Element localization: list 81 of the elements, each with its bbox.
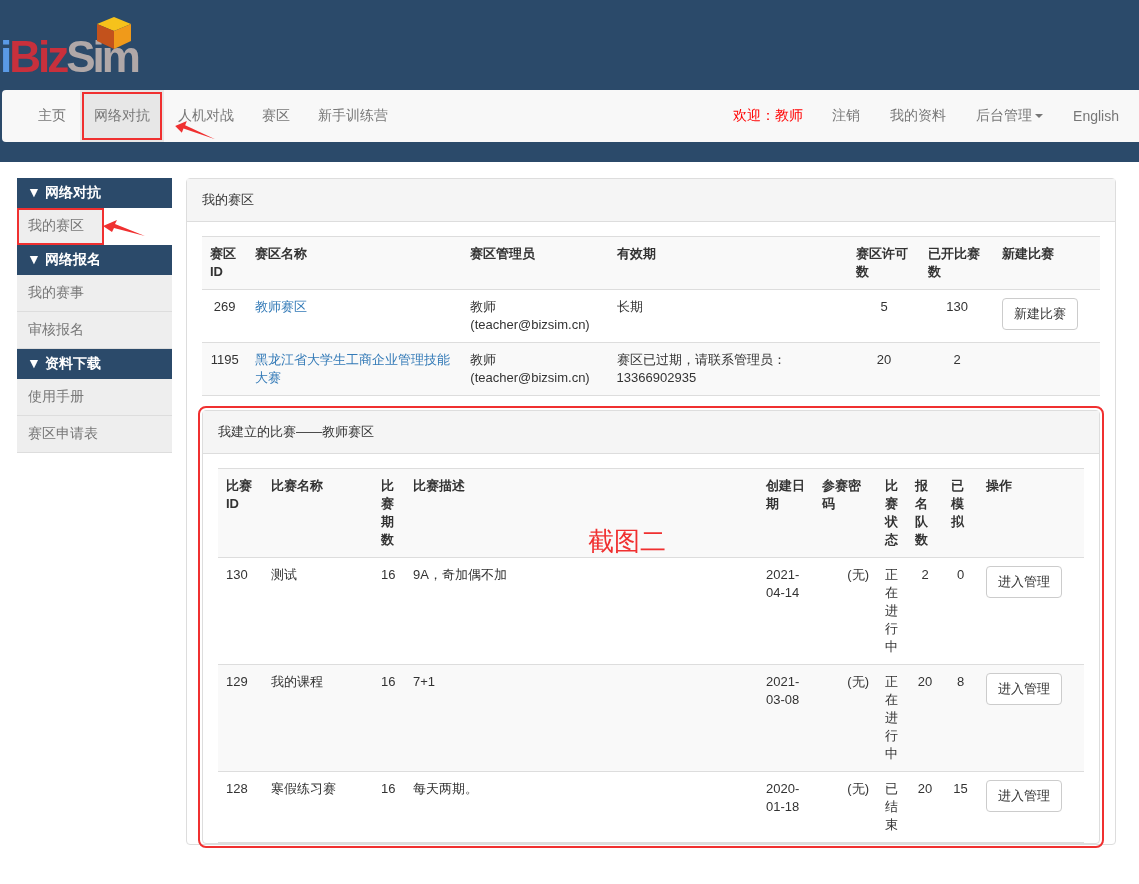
nav-link[interactable]: 我的资料 [875, 90, 962, 142]
table-cell: 0 [943, 557, 978, 665]
table-cell: (无) [814, 557, 877, 665]
sidebar-item[interactable]: 使用手册 [17, 379, 172, 416]
column-header: 比赛ID [218, 468, 263, 558]
table-cell: 20 [847, 342, 921, 396]
table-cell: 16 [373, 771, 405, 843]
column-header: 比赛名称 [263, 468, 373, 558]
table-cell: 7+1 [405, 664, 758, 772]
new-game-button[interactable]: 新建比赛 [1002, 298, 1078, 330]
sidebar-item[interactable]: 我的赛事 [17, 275, 172, 312]
table-cell: 128 [218, 771, 263, 843]
table-cell: (无) [814, 664, 877, 772]
column-header: 赛区管理员 [462, 236, 609, 290]
table-cell: 16 [373, 557, 405, 665]
column-header: 参赛密码 [814, 468, 877, 558]
table-cell: 130 [218, 557, 263, 665]
manage-button[interactable]: 进入管理 [986, 673, 1062, 705]
manage-button[interactable]: 进入管理 [986, 780, 1062, 812]
table-cell: 2021-04-14 [758, 557, 814, 665]
table-cell: 8 [943, 664, 978, 772]
panel-title: 我的赛区 [187, 179, 1115, 222]
table-cell: 已结束 [877, 771, 907, 843]
annotation-label: 截图二 [588, 525, 666, 558]
table-cell: 20 [907, 664, 943, 772]
nav-link[interactable]: 网络对抗 [80, 90, 164, 142]
table-cell: 每天两期。 [405, 771, 758, 843]
column-header: 已模拟 [943, 468, 978, 558]
column-header: 比赛状态 [877, 468, 907, 558]
sidebar-item[interactable]: 审核报名 [17, 312, 172, 349]
column-header: 赛区许可数 [847, 236, 921, 290]
sidebar-section-header[interactable]: ▼ 网络对抗 [17, 178, 172, 208]
nav-link[interactable]: 后台管理 [961, 90, 1059, 142]
logo[interactable]: iBizSim [0, 16, 160, 82]
table-cell: 测试 [263, 557, 373, 665]
table-cell: 16 [373, 664, 405, 772]
table-cell: 长期 [608, 289, 848, 343]
column-header: 操作 [978, 468, 1084, 558]
zone-link[interactable]: 教师赛区 [255, 298, 455, 316]
manage-button[interactable]: 进入管理 [986, 566, 1062, 598]
table-cell: 5 [847, 289, 921, 343]
table-cell: 2021-03-08 [758, 664, 814, 772]
nav-link[interactable]: 新手训练营 [304, 90, 402, 142]
sidebar-section-header[interactable]: ▼ 网络报名 [17, 245, 172, 275]
column-header: 新建比赛 [994, 236, 1100, 290]
table-cell: (无) [814, 771, 877, 843]
annotation-arrow [103, 220, 147, 238]
table-cell: 正在进行中 [877, 664, 907, 772]
table-cell: 教师 (teacher@bizsim.cn) [462, 289, 609, 343]
table-cell: 1195 [202, 342, 248, 396]
column-header: 有效期 [608, 236, 848, 290]
table-cell: 130 [920, 289, 994, 343]
sidebar-item[interactable]: 赛区申请表 [17, 416, 172, 453]
nav-link[interactable]: 主页 [24, 90, 80, 142]
table-cell: 129 [218, 664, 263, 772]
table-cell: 2 [920, 342, 994, 396]
table-cell: 15 [943, 771, 978, 843]
column-header: 比赛期数 [373, 468, 405, 558]
sidebar-section-header[interactable]: ▼ 资料下载 [17, 349, 172, 379]
table-cell: 寒假练习赛 [263, 771, 373, 843]
column-header: 赛区名称 [247, 236, 463, 290]
nav-link[interactable]: English [1058, 90, 1139, 142]
nav-link[interactable]: 人机对战 [164, 90, 248, 142]
nav-link[interactable]: 赛区 [248, 90, 304, 142]
column-header: 创建日期 [758, 468, 814, 558]
sidebar-item[interactable]: 我的赛区 [17, 208, 104, 245]
table-cell: 我的课程 [263, 664, 373, 772]
welcome-text: 欢迎：教师 [733, 106, 804, 125]
table-cell: 赛区已过期，请联系管理员：13366902935 [608, 342, 848, 396]
panel-title: 我建立的比赛——教师赛区 [203, 411, 1099, 454]
table-cell: 20 [907, 771, 943, 843]
table-cell: 教师 (teacher@bizsim.cn) [462, 342, 609, 396]
table-cell: 2020-01-18 [758, 771, 814, 843]
column-header: 赛区ID [202, 236, 248, 290]
column-header: 报名队数 [907, 468, 943, 558]
table-cell: 正在进行中 [877, 557, 907, 665]
table-cell: 9A，奇加偶不加 [405, 557, 758, 665]
nav-link[interactable]: 注销 [817, 90, 876, 142]
table-cell: 2 [907, 557, 943, 665]
column-header: 已开比赛数 [920, 236, 994, 290]
table-cell: 269 [202, 289, 248, 343]
